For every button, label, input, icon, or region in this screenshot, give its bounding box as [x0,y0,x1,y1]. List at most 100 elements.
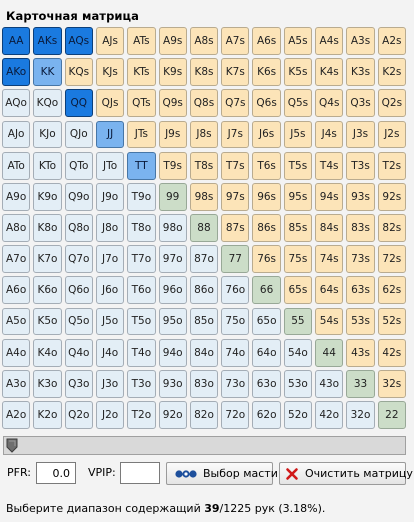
hand-cell-73s[interactable]: 73s [346,245,375,274]
hand-cell-JJ[interactable]: JJ [95,120,125,149]
range-slider[interactable] [3,436,406,455]
hand-cell-62o[interactable]: 62o [252,401,281,429]
hand-cell-64s[interactable]: 64s [315,276,344,305]
hand-cell-95o[interactable]: 95o [158,307,187,336]
hand-cell-J6o[interactable]: J6o [95,276,125,305]
hand-cell-Q4s[interactable]: Q4s [315,89,344,118]
hand-cell-J4s[interactable]: J4s [315,120,344,149]
hand-cell-T8o[interactable]: T8o [127,214,156,242]
hand-cell-32s[interactable]: 32s [377,369,406,398]
hand-cell-52s[interactable]: 52s [377,307,406,336]
hand-cell-QJs[interactable]: QJs [95,89,125,118]
hand-cell-96o[interactable]: 96o [158,276,187,305]
hand-cell-KTo[interactable]: KTo [33,151,62,180]
hand-cell-63s[interactable]: 63s [346,276,375,305]
hand-cell-A3s[interactable]: A3s [346,27,375,55]
hand-cell-J2o[interactable]: J2o [95,401,125,429]
hand-cell-74s[interactable]: 74s [315,245,344,274]
hand-cell-93o[interactable]: 93o [158,369,187,398]
hand-cell-44[interactable]: 44 [315,338,344,367]
hand-cell-K3s[interactable]: K3s [346,58,375,87]
hand-cell-T4s[interactable]: T4s [315,151,344,180]
hand-cell-82o[interactable]: 82o [189,401,219,429]
hand-cell-K2s[interactable]: K2s [377,58,406,87]
hand-cell-A4s[interactable]: A4s [315,27,344,55]
hand-cell-Q8s[interactable]: Q8s [189,89,219,118]
hand-cell-84s[interactable]: 84s [315,214,344,242]
hand-cell-AJo[interactable]: AJo [2,120,31,149]
hand-cell-85s[interactable]: 85s [283,214,313,242]
hand-cell-KK[interactable]: KK [33,58,62,87]
hand-cell-Q7s[interactable]: Q7s [221,89,250,118]
hand-cell-54s[interactable]: 54s [315,307,344,336]
hand-cell-J9s[interactable]: J9s [158,120,187,149]
hand-cell-75o[interactable]: 75o [221,307,250,336]
hand-cell-K5s[interactable]: K5s [283,58,313,87]
hand-cell-96s[interactable]: 96s [252,182,281,211]
hand-cell-54o[interactable]: 54o [283,338,313,367]
hand-cell-43o[interactable]: 43o [315,369,344,398]
hand-cell-22[interactable]: 22 [377,401,406,429]
hand-cell-Q8o[interactable]: Q8o [64,214,93,242]
hand-cell-87s[interactable]: 87s [221,214,250,242]
hand-cell-64o[interactable]: 64o [252,338,281,367]
hand-cell-94o[interactable]: 94o [158,338,187,367]
vpip-input[interactable] [120,462,160,484]
hand-cell-Q6s[interactable]: Q6s [252,89,281,118]
hand-cell-K7s[interactable]: K7s [221,58,250,87]
hand-cell-97s[interactable]: 97s [221,182,250,211]
hand-cell-Q5s[interactable]: Q5s [283,89,313,118]
hand-cell-82s[interactable]: 82s [377,214,406,242]
hand-cell-J3s[interactable]: J3s [346,120,375,149]
suit-select-button[interactable]: Выбор масти [166,462,278,485]
hand-cell-K9o[interactable]: K9o [33,182,62,211]
hand-cell-J5o[interactable]: J5o [95,307,125,336]
hand-cell-77[interactable]: 77 [221,245,250,274]
hand-cell-T5o[interactable]: T5o [127,307,156,336]
hand-cell-87o[interactable]: 87o [189,245,219,274]
hand-cell-93s[interactable]: 93s [346,182,375,211]
hand-cell-99[interactable]: 99 [158,182,187,211]
hand-cell-65o[interactable]: 65o [252,307,281,336]
hand-cell-K6s[interactable]: K6s [252,58,281,87]
hand-cell-Q9o[interactable]: Q9o [64,182,93,211]
hand-cell-AJs[interactable]: AJs [95,27,125,55]
hand-cell-A7o[interactable]: A7o [2,245,31,274]
hand-cell-QTo[interactable]: QTo [64,151,93,180]
hand-cell-K7o[interactable]: K7o [33,245,62,274]
hand-cell-T5s[interactable]: T5s [283,151,313,180]
hand-cell-Q2o[interactable]: Q2o [64,401,93,429]
hand-cell-Q3o[interactable]: Q3o [64,369,93,398]
hand-cell-T6s[interactable]: T6s [252,151,281,180]
hand-cell-K3o[interactable]: K3o [33,369,62,398]
hand-cell-K8s[interactable]: K8s [189,58,219,87]
hand-cell-K2o[interactable]: K2o [33,401,62,429]
hand-cell-A6s[interactable]: A6s [252,27,281,55]
hand-cell-42o[interactable]: 42o [315,401,344,429]
hand-cell-62s[interactable]: 62s [377,276,406,305]
hand-cell-94s[interactable]: 94s [315,182,344,211]
hand-cell-K8o[interactable]: K8o [33,214,62,242]
hand-cell-T8s[interactable]: T8s [189,151,219,180]
hand-cell-K4s[interactable]: K4s [315,58,344,87]
hand-cell-J8s[interactable]: J8s [189,120,219,149]
hand-cell-KJo[interactable]: KJo [33,120,62,149]
hand-cell-J7o[interactable]: J7o [95,245,125,274]
hand-cell-85o[interactable]: 85o [189,307,219,336]
hand-cell-63o[interactable]: 63o [252,369,281,398]
hand-cell-A6o[interactable]: A6o [2,276,31,305]
hand-cell-J9o[interactable]: J9o [95,182,125,211]
clear-matrix-button[interactable]: Очистить матрицу [279,462,413,485]
hand-cell-A9s[interactable]: A9s [158,27,187,55]
hand-cell-K4o[interactable]: K4o [33,338,62,367]
hand-cell-A2o[interactable]: A2o [2,401,31,429]
hand-cell-Q5o[interactable]: Q5o [64,307,93,336]
hand-cell-86o[interactable]: 86o [189,276,219,305]
hand-cell-72o[interactable]: 72o [221,401,250,429]
hand-cell-JTs[interactable]: JTs [127,120,156,149]
hand-cell-K9s[interactable]: K9s [158,58,187,87]
hand-cell-T6o[interactable]: T6o [127,276,156,305]
hand-cell-J6s[interactable]: J6s [252,120,281,149]
hand-cell-QQ[interactable]: QQ [64,89,93,118]
hand-cell-QTs[interactable]: QTs [127,89,156,118]
